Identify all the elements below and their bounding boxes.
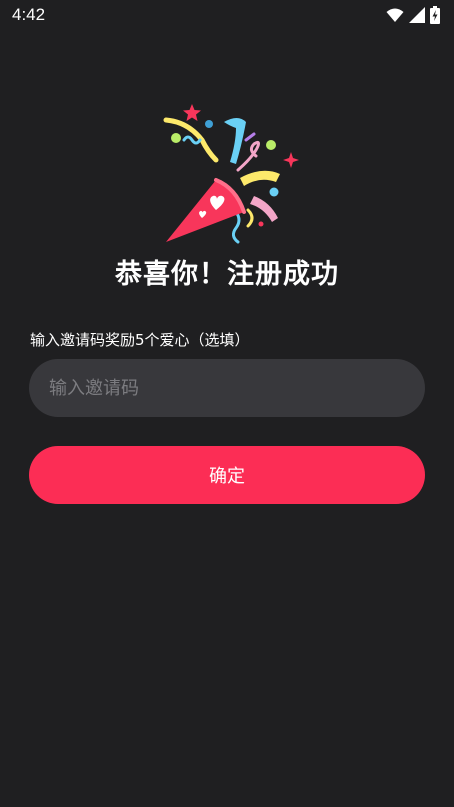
status-icons — [386, 6, 440, 24]
confirm-button[interactable]: 确定 — [29, 446, 425, 504]
invite-code-input[interactable] — [29, 359, 425, 417]
status-time: 4:42 — [12, 5, 46, 24]
wifi-icon — [386, 8, 404, 23]
battery-charging-icon — [430, 6, 440, 24]
invite-code-label: 输入邀请码奖励5个爱心（选填） — [30, 331, 250, 349]
page-title: 恭喜你！注册成功 — [115, 259, 339, 290]
status-bar: 4:42 — [0, 0, 454, 32]
party-popper-icon — [158, 100, 304, 250]
signal-icon — [409, 7, 425, 23]
